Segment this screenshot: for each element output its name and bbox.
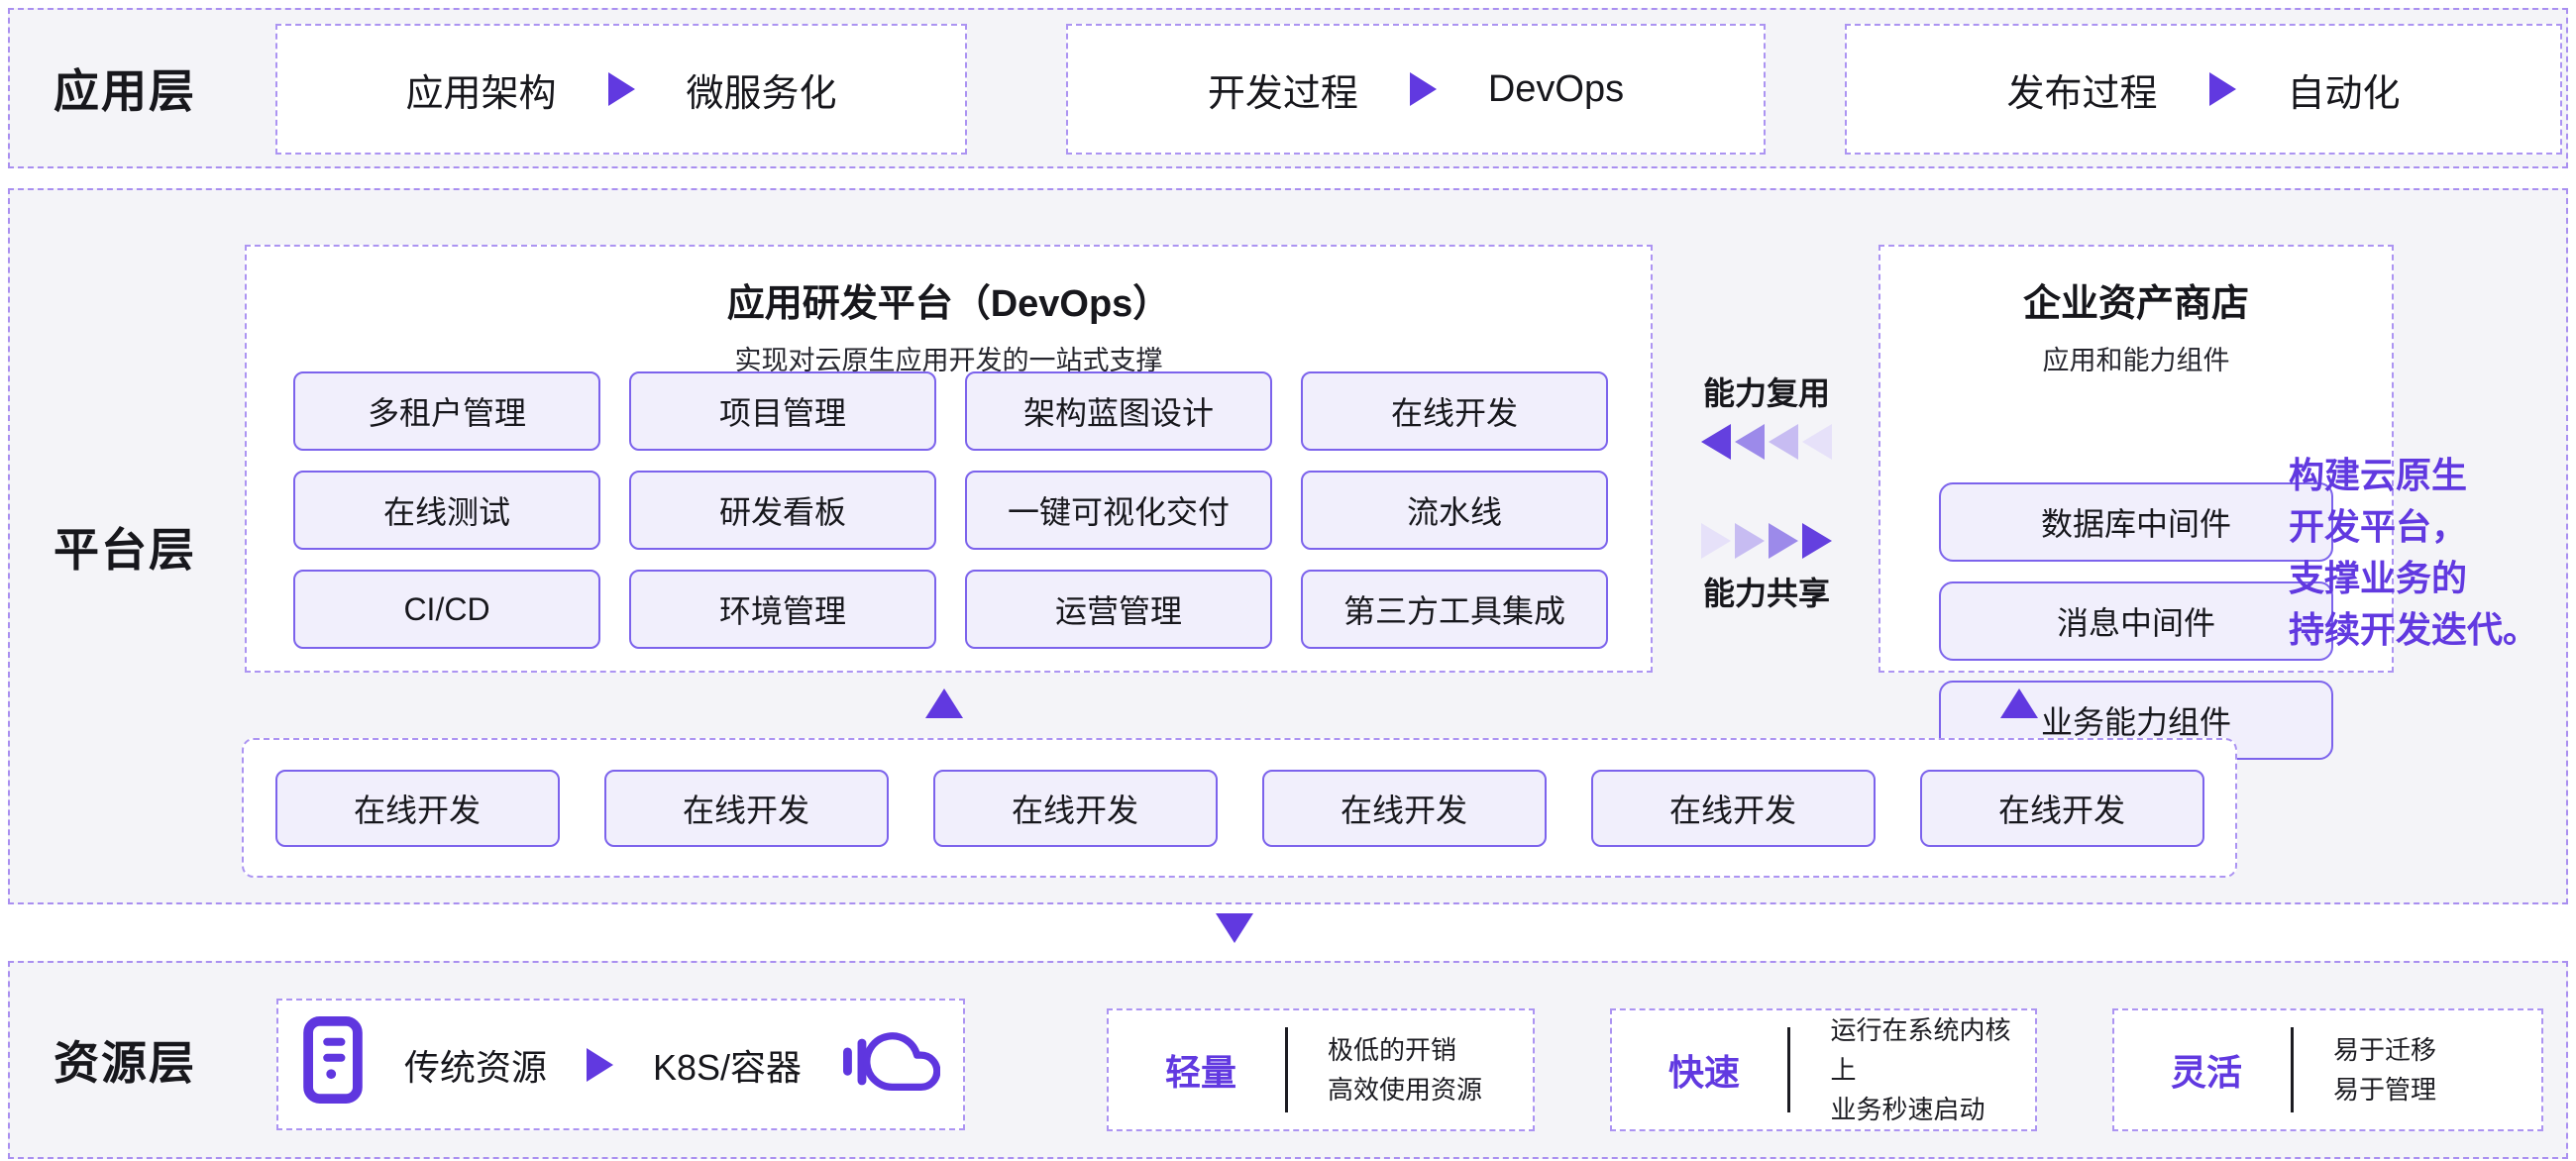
runtime-chip: 在线开发 bbox=[275, 770, 560, 847]
right-triangle-icon bbox=[1769, 523, 1798, 559]
feature-box-flexible: 灵活 易于迁移 易于管理 bbox=[2112, 1008, 2543, 1131]
resource-layer: 资源层 传统资源 K8S/容器 轻量 极低的开销 bbox=[8, 961, 2568, 1159]
capability-reuse-label: 能力复用 bbox=[1703, 369, 1830, 414]
capability-share-label: 能力共享 bbox=[1703, 569, 1830, 614]
slogan-line: 开发平台， bbox=[2289, 501, 2576, 553]
migration-to: K8S/容器 bbox=[653, 1039, 802, 1091]
right-arrow-icon bbox=[587, 1048, 613, 1082]
slogan-line: 支撑业务的 bbox=[2289, 553, 2576, 604]
capability-chip: 环境管理 bbox=[629, 570, 936, 649]
capability-share-arrows-icon bbox=[1699, 523, 1834, 559]
platform-layer-label: 平台层 bbox=[54, 514, 196, 580]
feature-line: 易于迁移 bbox=[2333, 1030, 2436, 1070]
app-layer: 应用层 应用架构 微服务化 开发过程 DevOps 发布过程 自动化 bbox=[8, 8, 2568, 168]
feature-line: 运行在系统内核上 bbox=[1830, 1010, 2035, 1090]
right-arrow-icon bbox=[608, 72, 635, 106]
capability-chip: 运营管理 bbox=[965, 570, 1272, 649]
capability-chip: 项目管理 bbox=[629, 371, 936, 451]
capability-chip: 在线测试 bbox=[293, 471, 600, 550]
app-box-to: 微服务化 bbox=[687, 62, 837, 117]
app-layer-label: 应用层 bbox=[54, 55, 196, 121]
down-arrow-icon bbox=[1216, 913, 1253, 943]
feature-keyword: 快速 bbox=[1668, 1044, 1743, 1096]
app-box-from: 应用架构 bbox=[405, 62, 556, 117]
capability-chip: 多租户管理 bbox=[293, 371, 600, 451]
resource-layer-label: 资源层 bbox=[54, 1027, 196, 1093]
capability-chip: 流水线 bbox=[1301, 471, 1608, 550]
store-panel-title: 企业资产商店 bbox=[1880, 272, 2392, 327]
feature-keyword: 灵活 bbox=[2171, 1044, 2246, 1096]
capability-chip: CI/CD bbox=[293, 570, 600, 649]
divider bbox=[2291, 1027, 2294, 1112]
divider bbox=[1787, 1027, 1790, 1112]
slogan-line: 持续开发迭代。 bbox=[2289, 604, 2576, 656]
feature-box-lightweight: 轻量 极低的开销 高效使用资源 bbox=[1107, 1008, 1535, 1131]
runtime-chip: 在线开发 bbox=[933, 770, 1218, 847]
capability-chip: 架构蓝图设计 bbox=[965, 371, 1272, 451]
capability-chip: 研发看板 bbox=[629, 471, 936, 550]
left-triangle-icon bbox=[1802, 424, 1832, 460]
cloud-icon bbox=[841, 1021, 940, 1108]
runtime-panel: 在线开发 在线开发 在线开发 在线开发 在线开发 在线开发 bbox=[242, 738, 2237, 878]
feature-line: 高效使用资源 bbox=[1328, 1070, 1482, 1109]
capability-connector: 能力复用 能力共享 bbox=[1651, 369, 1882, 614]
feature-line: 易于管理 bbox=[2333, 1070, 2436, 1109]
capability-grid: 多租户管理 项目管理 架构蓝图设计 在线开发 在线测试 研发看板 一键可视化交付… bbox=[293, 371, 1608, 649]
component-chip: 数据库中间件 bbox=[1939, 482, 2333, 562]
server-icon bbox=[301, 1015, 365, 1113]
right-arrow-icon bbox=[2209, 72, 2236, 106]
devops-panel: 应用研发平台（DevOps） 实现对云原生应用开发的一站式支撑 多租户管理 项目… bbox=[245, 245, 1653, 673]
capability-chip: 一键可视化交付 bbox=[965, 471, 1272, 550]
feature-line: 业务秒速启动 bbox=[1830, 1090, 2035, 1129]
slogan-line: 构建云原生 bbox=[2289, 450, 2576, 501]
left-triangle-icon bbox=[1701, 424, 1731, 460]
right-triangle-icon bbox=[1802, 523, 1832, 559]
slogan: 构建云原生 开发平台， 支撑业务的 持续开发迭代。 bbox=[2289, 450, 2576, 656]
app-box-to: 自动化 bbox=[2288, 62, 2401, 117]
right-arrow-icon bbox=[1410, 72, 1437, 106]
platform-layer: 平台层 应用研发平台（DevOps） 实现对云原生应用开发的一站式支撑 多租户管… bbox=[8, 188, 2568, 904]
capability-chip: 第三方工具集成 bbox=[1301, 570, 1608, 649]
app-box-from: 开发过程 bbox=[1208, 62, 1358, 117]
devops-panel-title: 应用研发平台（DevOps） bbox=[247, 272, 1651, 327]
up-arrow-icon bbox=[2000, 688, 2038, 718]
runtime-chip: 在线开发 bbox=[1591, 770, 1876, 847]
runtime-chip: 在线开发 bbox=[604, 770, 889, 847]
feature-keyword: 轻量 bbox=[1165, 1044, 1240, 1096]
store-panel-subtitle: 应用和能力组件 bbox=[1880, 339, 2392, 377]
up-arrow-icon bbox=[925, 688, 963, 718]
app-box-release: 发布过程 自动化 bbox=[1845, 24, 2562, 155]
app-box-devprocess: 开发过程 DevOps bbox=[1066, 24, 1766, 155]
capability-reuse-arrows-icon bbox=[1699, 424, 1834, 460]
divider bbox=[1285, 1027, 1288, 1112]
right-triangle-icon bbox=[1701, 523, 1731, 559]
migration-from: 传统资源 bbox=[404, 1039, 547, 1091]
right-triangle-icon bbox=[1735, 523, 1765, 559]
resource-migration-box: 传统资源 K8S/容器 bbox=[276, 999, 965, 1130]
runtime-chip: 在线开发 bbox=[1262, 770, 1547, 847]
app-box-architecture: 应用架构 微服务化 bbox=[275, 24, 967, 155]
left-triangle-icon bbox=[1769, 424, 1798, 460]
runtime-chip: 在线开发 bbox=[1920, 770, 2204, 847]
capability-chip: 在线开发 bbox=[1301, 371, 1608, 451]
left-triangle-icon bbox=[1735, 424, 1765, 460]
app-box-to: DevOps bbox=[1488, 68, 1624, 111]
feature-line: 极低的开销 bbox=[1328, 1030, 1482, 1070]
feature-box-fast: 快速 运行在系统内核上 业务秒速启动 bbox=[1610, 1008, 2037, 1131]
component-chip: 消息中间件 bbox=[1939, 581, 2333, 661]
app-box-from: 发布过程 bbox=[2006, 62, 2157, 117]
